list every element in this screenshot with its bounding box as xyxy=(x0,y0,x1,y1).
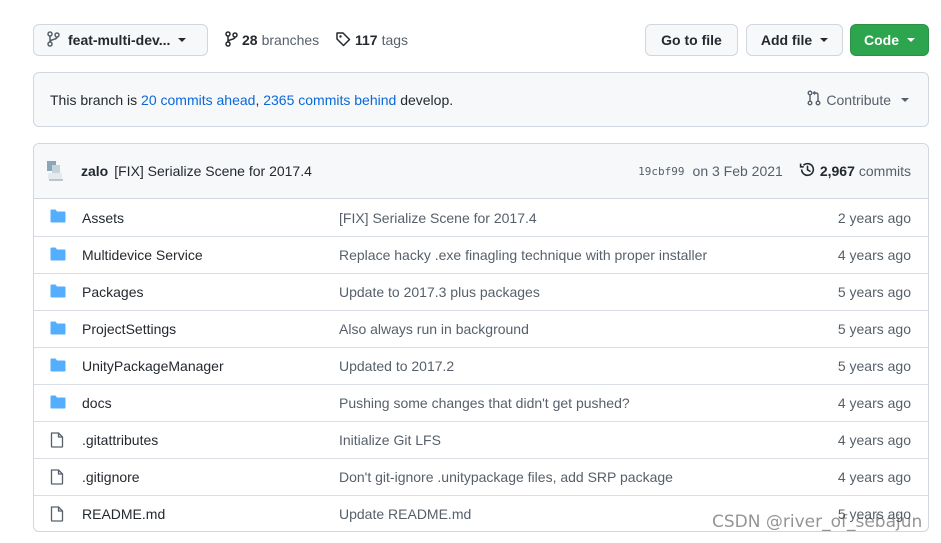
branches-link[interactable]: 28 branches xyxy=(224,24,319,56)
folder-icon xyxy=(50,284,68,300)
branch-compare-banner: This branch is 20 commits ahead , 2365 c… xyxy=(33,72,929,127)
commit-sha[interactable]: 19cbf99 xyxy=(638,165,684,178)
commits-count: 2,967 xyxy=(819,163,855,179)
file-name[interactable]: Assets xyxy=(82,210,124,226)
file-name[interactable]: .gitattributes xyxy=(82,432,158,448)
chevron-down-icon xyxy=(820,38,829,42)
file-age: 4 years ago xyxy=(837,469,911,485)
file-commit-message[interactable]: Also always run in background xyxy=(339,321,529,337)
banner-prefix: This branch is xyxy=(50,91,142,108)
file-age: 5 years ago xyxy=(837,358,911,374)
file-age: 5 years ago xyxy=(837,284,911,300)
file-commit-message[interactable]: Update README.md xyxy=(339,506,471,522)
code-button[interactable]: Code xyxy=(850,24,929,56)
file-name[interactable]: ProjectSettings xyxy=(82,321,176,337)
file-icon xyxy=(50,432,68,448)
file-row[interactable]: Assets [FIX] Serialize Scene for 2017.4 2 … xyxy=(34,199,928,236)
commits-history-link[interactable]: 2,967 commits xyxy=(799,161,911,181)
file-commit-message[interactable]: Replace hacky .exe finagling technique w… xyxy=(339,247,707,263)
branches-label: branches xyxy=(261,32,320,48)
file-age: 4 years ago xyxy=(837,247,911,263)
file-row[interactable]: Multidevice Service Replace hacky .exe fi… xyxy=(34,236,928,273)
branches-count: 28 xyxy=(242,32,258,48)
file-row[interactable]: Packages Update to 2017.3 plus packages 5 … xyxy=(34,273,928,310)
file-name[interactable]: Packages xyxy=(82,284,143,300)
add-file-label: Add file xyxy=(760,32,813,48)
commits-ahead-link[interactable]: 20 commits ahead xyxy=(141,92,255,108)
commits-label: commits xyxy=(858,163,911,179)
chevron-down-icon xyxy=(178,38,187,42)
file-age: 4 years ago xyxy=(837,395,911,411)
file-name[interactable]: UnityPackageManager xyxy=(82,358,224,374)
file-commit-message[interactable]: Don't git-ignore .unitypackage files, ad… xyxy=(339,469,673,485)
file-icon xyxy=(50,506,68,522)
file-age: 5 years ago xyxy=(837,321,911,337)
file-age: 4 years ago xyxy=(837,432,911,448)
commit-meta: 19cbf99 on 3 Feb 2021 2,967 commits xyxy=(638,144,911,198)
go-to-file-button[interactable]: Go to file xyxy=(645,24,738,56)
folder-icon xyxy=(50,358,68,374)
branch-icon xyxy=(224,30,238,50)
branch-icon xyxy=(46,30,68,50)
code-label: Code xyxy=(864,32,899,48)
add-file-button[interactable]: Add file xyxy=(746,24,843,56)
folder-icon xyxy=(50,209,68,225)
chevron-down-icon xyxy=(907,38,915,42)
file-commit-message[interactable]: Update to 2017.3 plus packages xyxy=(339,284,540,300)
folder-icon xyxy=(50,247,68,263)
tags-link[interactable]: 117 tags xyxy=(335,24,408,56)
latest-commit-bar: zalo [FIX] Serialize Scene for 2017.4 19… xyxy=(34,144,928,199)
branch-name: feat-multi-dev... xyxy=(68,32,171,48)
contribute-label: Contribute xyxy=(826,91,891,108)
repo-toolbar: feat-multi-dev... 28 branches 117 tags G… xyxy=(33,24,929,57)
file-commit-message[interactable]: Pushing some changes that didn't get pus… xyxy=(339,395,630,411)
commit-date: on 3 Feb 2021 xyxy=(692,163,783,179)
contribute-dropdown[interactable]: Contribute xyxy=(807,73,909,126)
file-commit-message[interactable]: [FIX] Serialize Scene for 2017.4 xyxy=(339,210,537,226)
folder-icon xyxy=(50,321,68,337)
file-row[interactable]: ProjectSettings Also always run in backgr… xyxy=(34,310,928,347)
file-listing: zalo [FIX] Serialize Scene for 2017.4 19… xyxy=(33,143,929,532)
file-row[interactable]: .gitignore Don't git-ignore .unitypackage… xyxy=(34,458,928,495)
tags-count: 117 xyxy=(355,32,378,48)
file-row[interactable]: UnityPackageManager Updated to 2017.2 5 ye… xyxy=(34,347,928,384)
pull-request-icon xyxy=(807,90,826,109)
history-icon xyxy=(799,161,820,181)
file-icon xyxy=(50,469,68,485)
branch-selector-button[interactable]: feat-multi-dev... xyxy=(33,24,208,56)
commit-author[interactable]: zalo xyxy=(81,163,108,179)
file-commit-message[interactable]: Initialize Git LFS xyxy=(339,432,441,448)
chevron-down-icon xyxy=(901,97,909,102)
banner-separator: , xyxy=(255,91,264,108)
file-commit-message[interactable]: Updated to 2017.2 xyxy=(339,358,454,374)
file-name[interactable]: docs xyxy=(82,395,112,411)
banner-suffix: develop. xyxy=(396,91,454,108)
watermark: CSDN @river_of_sebajun xyxy=(712,512,923,532)
tags-label: tags xyxy=(381,32,409,48)
folder-icon xyxy=(50,395,68,411)
avatar[interactable] xyxy=(46,159,66,183)
file-row[interactable]: docs Pushing some changes that didn't get… xyxy=(34,384,928,421)
file-name[interactable]: .gitignore xyxy=(82,469,140,485)
commit-message[interactable]: [FIX] Serialize Scene for 2017.4 xyxy=(114,163,312,179)
file-name[interactable]: Multidevice Service xyxy=(82,247,203,263)
tag-icon xyxy=(335,31,351,50)
commits-behind-link[interactable]: 2365 commits behind xyxy=(263,92,396,108)
file-row[interactable]: .gitattributes Initialize Git LFS 4 years … xyxy=(34,421,928,458)
file-age: 2 years ago xyxy=(837,209,911,226)
file-rows: Assets [FIX] Serialize Scene for 2017.4 2 … xyxy=(34,199,928,531)
file-name[interactable]: README.md xyxy=(82,506,165,522)
